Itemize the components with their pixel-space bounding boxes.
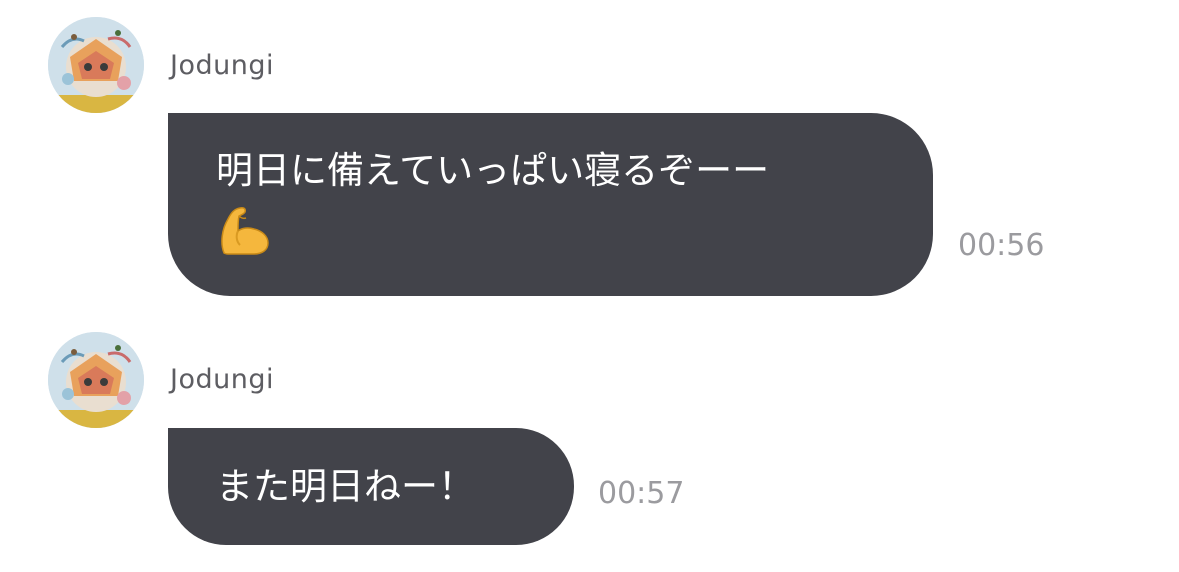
- avatar-image: [48, 332, 144, 428]
- sender-name: Jodungi: [170, 50, 274, 81]
- message-bubble[interactable]: また明日ねー！: [168, 428, 574, 545]
- message-bubble[interactable]: 明日に備えていっぱい寝るぞーー: [168, 113, 933, 296]
- avatar-image: [48, 17, 144, 113]
- message-time: 00:56: [958, 228, 1045, 263]
- chat-view: Jodungi 明日に備えていっぱい寝るぞーー 00:56 Jodungi また…: [0, 0, 1179, 572]
- avatar[interactable]: [48, 17, 144, 113]
- message-text: 明日に備えていっぱい寝るぞーー: [216, 149, 770, 192]
- avatar[interactable]: [48, 332, 144, 428]
- sender-name: Jodungi: [170, 364, 274, 395]
- flexed-biceps-icon: [221, 207, 269, 255]
- message-time: 00:57: [598, 476, 685, 511]
- message-text: また明日ねー！: [216, 465, 475, 508]
